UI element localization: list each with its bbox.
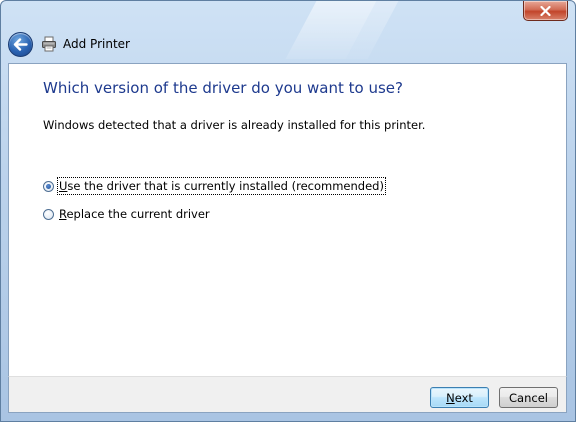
option-label-text: eplace the current driver — [66, 207, 210, 221]
close-button[interactable] — [523, 1, 568, 21]
access-key: N — [446, 390, 455, 405]
radio-selected-dot — [46, 183, 51, 189]
option-label[interactable]: Use the driver that is currently install… — [57, 177, 386, 195]
wizard-footer: Next Cancel — [8, 376, 567, 413]
option-use-installed-driver[interactable]: Use the driver that is currently install… — [43, 177, 386, 195]
option-label[interactable]: Replace the current driver — [58, 206, 211, 222]
radio-use-installed-driver[interactable] — [43, 180, 54, 192]
radio-replace-driver[interactable] — [43, 208, 54, 220]
add-printer-window: Add Printer Which version of the driver … — [0, 0, 576, 422]
next-label: ext — [454, 390, 473, 405]
cancel-button[interactable]: Cancel — [499, 387, 558, 408]
page-heading: Which version of the driver do you want … — [43, 79, 403, 97]
printer-icon — [42, 36, 56, 52]
option-label-text: se the driver that is currently installe… — [67, 179, 384, 193]
wizard-content: Which version of the driver do you want … — [8, 63, 567, 376]
window-title: Add Printer — [63, 37, 130, 51]
close-icon — [540, 5, 551, 16]
page-description: Windows detected that a driver is alread… — [43, 118, 426, 132]
back-button[interactable] — [8, 31, 33, 57]
back-arrow-icon — [13, 37, 28, 51]
wizard-header: Add Printer — [8, 27, 567, 61]
next-button[interactable]: Next — [430, 387, 489, 408]
option-replace-driver[interactable]: Replace the current driver — [43, 206, 211, 222]
